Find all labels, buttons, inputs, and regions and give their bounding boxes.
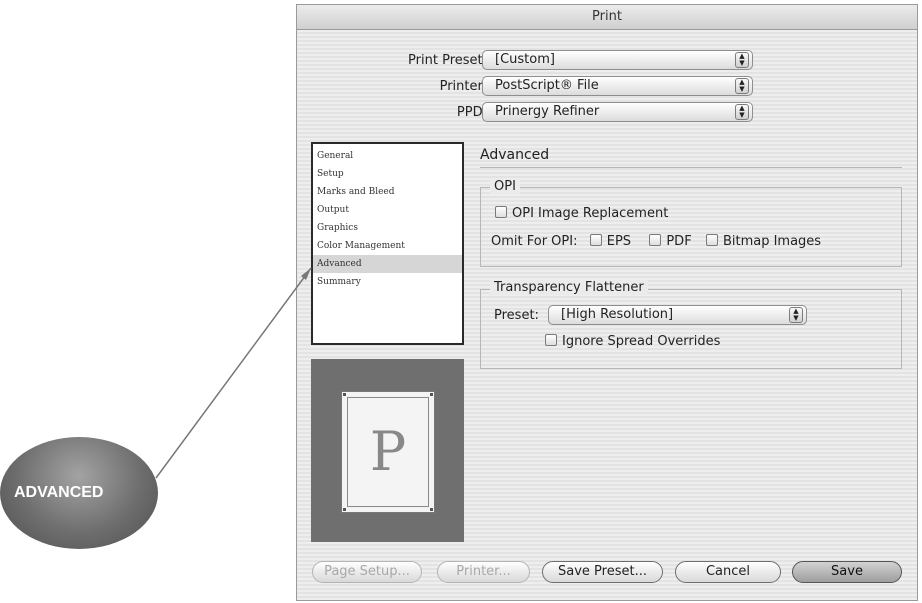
popup-arrows-icon: ▲ ▼ [735, 104, 749, 120]
sidebar-item-graphics[interactable]: Graphics [313, 219, 462, 237]
sidebar-item-output[interactable]: Output [313, 201, 462, 219]
save-button[interactable]: Save [792, 561, 902, 583]
sidebar-item-general[interactable]: General [313, 147, 462, 165]
ignore-spread-overrides-checkbox[interactable]: Ignore Spread Overrides [545, 334, 720, 349]
sidebar-item-marks-and-bleed[interactable]: Marks and Bleed [313, 183, 462, 201]
omit-pdf-checkbox[interactable]: PDF [649, 234, 692, 249]
flattener-preset-label: Preset: [494, 308, 539, 323]
print-dialog: Print Print Preset: [Custom] ▲ ▼ Printer:… [296, 4, 918, 601]
transparency-flattener-group [480, 289, 902, 369]
crop-mark-icon [343, 508, 346, 511]
print-preset-value: [Custom] [495, 52, 555, 67]
sidebar-item-summary[interactable]: Summary [313, 273, 462, 291]
popup-arrows-icon: ▲ ▼ [735, 78, 749, 94]
sidebar-item-advanced[interactable]: Advanced [313, 255, 462, 273]
ppd-label: PPD: [456, 105, 487, 120]
crop-mark-icon [343, 393, 346, 396]
printer-popup[interactable]: PostScript® File ▲ ▼ [482, 76, 753, 96]
flattener-preset-popup[interactable]: [High Resolution] ▲ ▼ [548, 305, 807, 325]
page-setup-button[interactable]: Page Setup... [312, 561, 422, 583]
panel-title: Advanced [480, 147, 550, 163]
printer-value: PostScript® File [495, 78, 599, 93]
crop-mark-icon [430, 508, 433, 511]
omit-eps-label: EPS [606, 234, 632, 249]
checkbox-box[interactable] [589, 234, 602, 246]
transparency-flattener-label: Transparency Flattener [490, 280, 648, 295]
omit-bitmap-checkbox[interactable]: Bitmap Images [705, 234, 822, 249]
ppd-value: Prinergy Refiner [495, 104, 600, 119]
checkbox-box[interactable] [649, 234, 662, 246]
omit-bitmap-label: Bitmap Images [722, 234, 822, 249]
checkbox-box[interactable] [495, 206, 507, 218]
printer-button[interactable]: Printer... [437, 561, 530, 583]
category-list[interactable]: General Setup Marks and Bleed Output Gra… [311, 142, 464, 345]
save-preset-button[interactable]: Save Preset... [542, 561, 663, 583]
omit-for-opi-label: Omit For OPI: [491, 234, 578, 249]
printer-label: Printer: [439, 79, 487, 94]
opi-group-label: OPI [490, 179, 520, 194]
omit-for-opi-row: Omit For OPI: EPS PDF Bitmap Images [491, 234, 821, 249]
checkbox-box[interactable] [705, 234, 718, 246]
omit-pdf-label: PDF [666, 234, 692, 249]
page-preview: P [311, 359, 464, 542]
cancel-button[interactable]: Cancel [675, 561, 781, 583]
popup-arrows-icon: ▲ ▼ [735, 52, 749, 68]
opi-group [480, 187, 902, 267]
preview-glyph: P [369, 420, 407, 483]
opi-image-replacement-label: OPI Image Replacement [512, 206, 669, 221]
print-preset-popup[interactable]: [Custom] ▲ ▼ [482, 50, 753, 70]
sidebar-item-color-management[interactable]: Color Management [313, 237, 462, 255]
page-thumbnail: P [341, 391, 435, 513]
popup-arrows-icon: ▲ ▼ [789, 307, 803, 323]
crop-mark-icon [430, 393, 433, 396]
ppd-popup[interactable]: Prinergy Refiner ▲ ▼ [482, 102, 753, 122]
print-preset-label: Print Preset: [408, 53, 487, 68]
callout-label: ADVANCED [14, 484, 104, 501]
panel-title-divider [480, 167, 902, 168]
window-title: Print [297, 5, 917, 30]
ignore-spread-overrides-label: Ignore Spread Overrides [562, 334, 721, 349]
sidebar-item-setup[interactable]: Setup [313, 165, 462, 183]
omit-eps-checkbox[interactable]: EPS [589, 234, 632, 249]
flattener-preset-value: [High Resolution] [561, 307, 674, 322]
checkbox-box[interactable] [545, 334, 557, 346]
opi-image-replacement-checkbox[interactable]: OPI Image Replacement [495, 206, 668, 221]
